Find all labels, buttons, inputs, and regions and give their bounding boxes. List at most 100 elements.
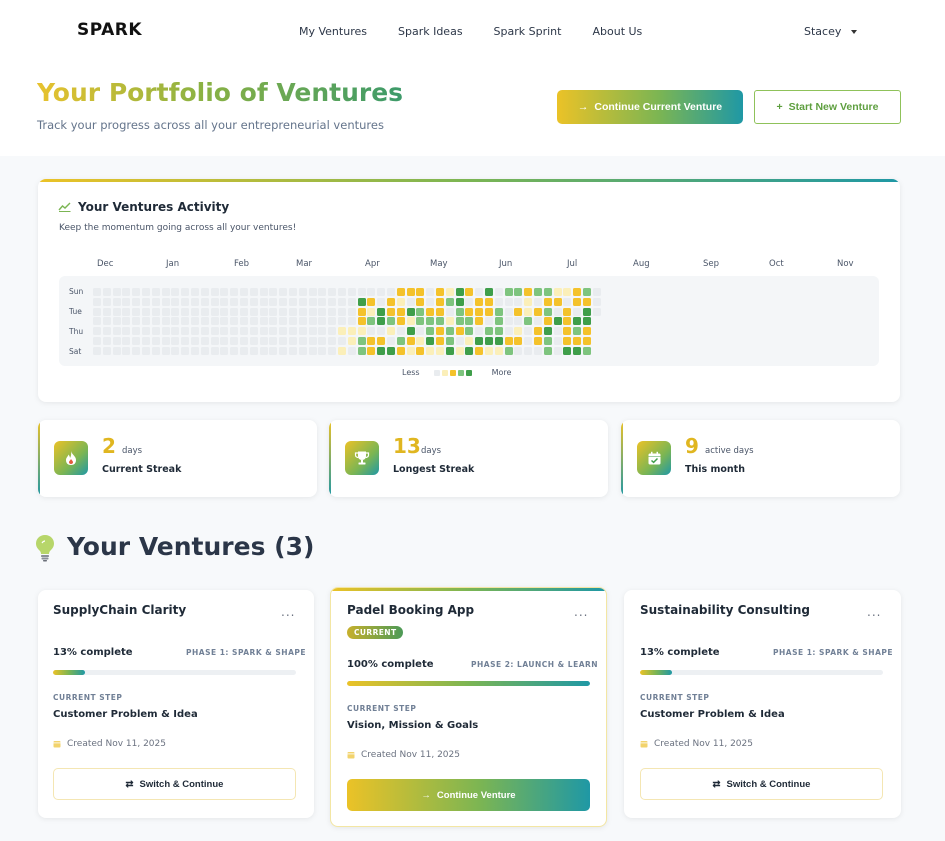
- heatmap-cell: [308, 297, 317, 306]
- heatmap-cell: [347, 317, 356, 326]
- brand-logo[interactable]: SPARK: [77, 20, 142, 40]
- heatmap-cell: [357, 307, 366, 316]
- month-label: Feb: [234, 259, 250, 269]
- heatmap-cell: [151, 288, 160, 296]
- start-new-venture-button[interactable]: + Start New Venture: [754, 90, 901, 124]
- continue-current-venture-button[interactable]: → Continue Current Venture: [557, 90, 743, 124]
- heatmap-cell: [583, 288, 591, 296]
- nav-about-us[interactable]: About Us: [592, 25, 642, 38]
- heatmap-cell: [112, 288, 121, 296]
- more-options-icon[interactable]: ...: [867, 605, 881, 619]
- heatmap-cell: [426, 317, 435, 326]
- heatmap-cell: [396, 307, 405, 316]
- heatmap-cell: [102, 337, 111, 345]
- progress-fill: [347, 681, 590, 686]
- heatmap-cell: [367, 327, 376, 336]
- more-options-icon[interactable]: ...: [281, 605, 295, 619]
- flame-icon: [54, 441, 88, 475]
- heatmap-cell: [210, 297, 219, 306]
- heatmap-cell: [132, 288, 141, 296]
- heatmap-cell: [298, 337, 307, 345]
- heatmap-cell: [93, 337, 101, 345]
- heatmap-cell: [534, 307, 542, 316]
- heatmap-cell: [592, 297, 601, 306]
- heatmap-cell: [475, 346, 484, 355]
- heatmap-cell: [171, 307, 180, 316]
- heatmap-cell: [357, 346, 366, 355]
- gradient-accent: [329, 420, 331, 497]
- heatmap-cell: [524, 346, 533, 355]
- heatmap-cell: [161, 297, 170, 306]
- heatmap-cell: [132, 327, 141, 336]
- gradient-accent: [38, 179, 900, 182]
- heatmap-cell: [357, 327, 366, 336]
- heatmap-cell: [269, 297, 278, 306]
- heatmap-cell: [230, 297, 239, 306]
- plus-icon: +: [776, 101, 783, 113]
- heatmap-cell: [524, 307, 533, 316]
- heatmap-legend: Less More: [402, 368, 511, 377]
- heatmap-cell: [485, 288, 493, 296]
- heatmap-cell: [240, 346, 248, 355]
- heatmap-cell: [514, 307, 523, 316]
- nav-my-ventures[interactable]: My Ventures: [299, 25, 367, 38]
- heatmap-cell: [514, 327, 523, 336]
- heatmap-cell: [230, 327, 239, 336]
- heatmap-cell: [583, 337, 591, 345]
- heatmap-cell: [338, 297, 346, 306]
- continue-venture-button[interactable]: → Continue Venture: [347, 779, 590, 811]
- heatmap-cell: [210, 317, 219, 326]
- heatmap-cell: [93, 346, 101, 355]
- heatmap-cell: [259, 327, 268, 336]
- heatmap-cell: [102, 346, 111, 355]
- venture-name[interactable]: Padel Booking App: [347, 603, 474, 617]
- heatmap-cell: [436, 327, 444, 336]
- heatmap-cell: [514, 346, 523, 355]
- activity-subtitle: Keep the momentum going across all your …: [59, 223, 297, 233]
- more-options-icon[interactable]: ...: [574, 605, 588, 619]
- heatmap-cell: [338, 337, 346, 345]
- heatmap-cell: [485, 337, 493, 345]
- month-label: Apr: [365, 259, 380, 269]
- lightbulb-icon: [36, 535, 54, 562]
- heatmap-cell: [426, 307, 435, 316]
- heatmap-cell: [161, 346, 170, 355]
- heatmap-cell: [455, 297, 464, 306]
- nav-spark-ideas[interactable]: Spark Ideas: [398, 25, 463, 38]
- heatmap-cell: [122, 317, 131, 326]
- heatmap-cell: [249, 297, 258, 306]
- heatmap-cell: [553, 297, 562, 306]
- venture-card: SupplyChain Clarity ... 13% complete PHA…: [38, 590, 314, 818]
- venture-name[interactable]: Sustainability Consulting: [640, 603, 810, 617]
- progress-bar: [53, 670, 296, 675]
- heatmap-cell: [191, 307, 199, 316]
- heatmap-cell: [367, 307, 376, 316]
- heatmap-cell: [298, 346, 307, 355]
- nav-spark-sprint[interactable]: Spark Sprint: [494, 25, 562, 38]
- switch-continue-button[interactable]: ⇄ Switch & Continue: [640, 768, 883, 800]
- heatmap-cell: [308, 337, 317, 345]
- heatmap-cell: [563, 307, 572, 316]
- heatmap-cell: [485, 307, 493, 316]
- switch-continue-button[interactable]: ⇄ Switch & Continue: [53, 768, 296, 800]
- heatmap-cell: [279, 307, 288, 316]
- venture-name[interactable]: SupplyChain Clarity: [53, 603, 186, 617]
- heatmap-cell: [485, 327, 493, 336]
- stat-label: Longest Streak: [393, 464, 475, 475]
- month-labels: Dec Jan Feb Mar Apr May Jun Jul Aug Sep …: [38, 259, 900, 271]
- heatmap-cell: [338, 346, 346, 355]
- heatmap-cell: [102, 327, 111, 336]
- heatmap-cell: [338, 327, 346, 336]
- heatmap-cell: [387, 307, 395, 316]
- heatmap-cell: [406, 307, 415, 316]
- heatmap-cell: [230, 317, 239, 326]
- start-new-venture-label: Start New Venture: [788, 101, 879, 113]
- heatmap-cell: [249, 346, 258, 355]
- heatmap-cell: [338, 317, 346, 326]
- heatmap-cell: [573, 297, 582, 306]
- venture-card-current: Padel Booking App ... CURRENT 100% compl…: [330, 587, 607, 827]
- heatmap-cell: [563, 327, 572, 336]
- heatmap-cell: [240, 288, 248, 296]
- stat-unit: active days: [705, 446, 754, 456]
- user-menu[interactable]: Stacey: [804, 25, 858, 38]
